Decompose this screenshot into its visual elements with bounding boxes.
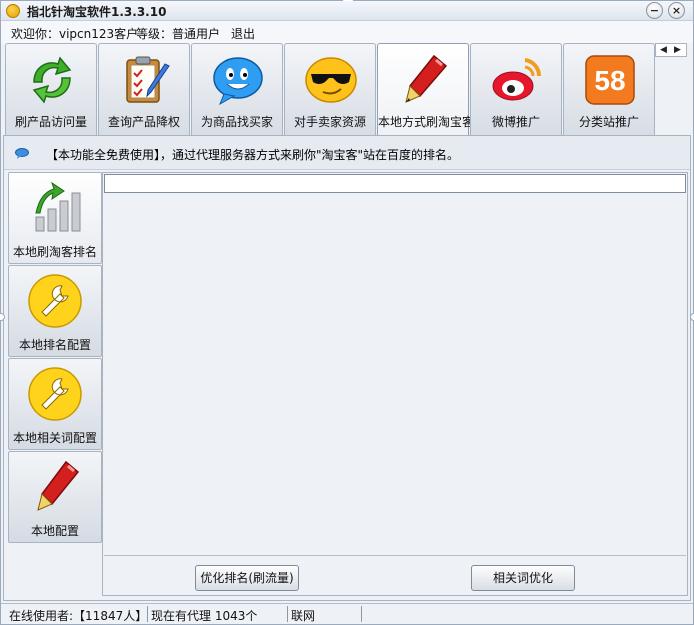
optimize-rank-button[interactable]: 优化排名(刷流量) (195, 565, 299, 591)
scroll-left-icon[interactable]: ◀ (660, 44, 667, 56)
sidebar-item-local-config[interactable]: 本地配置 (8, 451, 102, 543)
chat-bubble-face-icon (213, 57, 263, 106)
status-divider (361, 606, 362, 622)
status-bar: 在线使用者:【11847人】 现在有代理 1043个 联网 (1, 603, 693, 624)
tab-label: 查询产品降权 (107, 115, 180, 129)
sidebar-item-label: 本地刷淘客排名 (12, 245, 97, 259)
sidebar-item-label: 本地配置 (30, 524, 79, 538)
title-bar: 指北针淘宝软件1.3.3.10 − × (1, 1, 693, 21)
related-optimize-button[interactable]: 相关词优化 (471, 565, 575, 591)
tab-weibo-promotion[interactable]: 微博推广 (470, 43, 562, 135)
app-logo-icon (6, 4, 20, 18)
top-tab-bar: 刷产品访问量 查询产品降权 为商品找买家 对手卖家资源 本地方式刷淘宝客 微博推… (1, 43, 693, 137)
welcome-text: 欢迎你：vipcn123客户 (11, 27, 139, 41)
tab-competitor-resources[interactable]: 对手卖家资源 (284, 43, 376, 135)
online-users: 在线使用者:【11847人】 (9, 609, 148, 623)
proxy-count: 现在有代理 1043个 (151, 609, 258, 623)
wrench-icon (28, 367, 82, 421)
tab-label: 为商品找买家 (200, 115, 273, 129)
window-title: 指北针淘宝软件1.3.3.10 (27, 5, 167, 19)
tab-label: 本地方式刷淘宝客 (378, 115, 475, 129)
tab-local-taobaoke[interactable]: 本地方式刷淘宝客 (377, 43, 475, 137)
58-logo-icon: 58 (585, 55, 635, 105)
sidebar-item-label: 本地排名配置 (18, 338, 91, 352)
clipboard-pencil-icon (126, 56, 170, 103)
work-area (104, 194, 686, 556)
tab-label: 分类站推广 (578, 115, 639, 129)
sidebar-item-label: 本地相关词配置 (12, 431, 97, 445)
close-button[interactable]: × (668, 2, 685, 19)
speech-bubble-icon (15, 148, 29, 159)
sidebar-item-related-config[interactable]: 本地相关词配置 (8, 358, 102, 450)
sidebar-item-rank-config[interactable]: 本地排名配置 (8, 265, 102, 357)
tab-classified-promotion[interactable]: 58 分类站推广 (563, 43, 655, 135)
tab-scroll-control: ◀ ▶ (655, 43, 687, 57)
content-frame: 【本功能全免费使用】，通过代理服务器方式来刷你"淘宝客"站在百度的排名。 本地刷… (3, 135, 691, 601)
minimize-button[interactable]: − (646, 2, 663, 19)
right-edge-handle (690, 313, 694, 321)
scroll-right-icon[interactable]: ▶ (674, 44, 681, 56)
user-level: 等级：普通用户 (136, 27, 221, 41)
app-window: 指北针淘宝软件1.3.3.10 − × 欢迎你：vipcn123客户 等级：普通… (0, 0, 694, 625)
tab-find-buyers[interactable]: 为商品找买家 (191, 43, 283, 135)
tab-refresh-visits[interactable]: 刷产品访问量 (5, 43, 97, 135)
main-panel: 优化排名(刷流量) 相关词优化 (102, 172, 688, 596)
notice-bar: 【本功能全免费使用】，通过代理服务器方式来刷你"淘宝客"站在百度的排名。 (4, 136, 690, 170)
tab-label: 对手卖家资源 (293, 115, 366, 129)
weibo-icon (492, 58, 542, 101)
tab-query-demotion[interactable]: 查询产品降权 (98, 43, 190, 135)
status-divider (287, 606, 288, 622)
recycle-arrows-icon (32, 56, 72, 104)
sunglasses-face-icon (305, 57, 357, 103)
logout-link[interactable]: 退出 (231, 25, 255, 42)
notice-text: 【本功能全免费使用】，通过代理服务器方式来刷你"淘宝客"站在百度的排名。 (46, 148, 460, 162)
url-input[interactable] (104, 174, 686, 193)
status-divider (147, 606, 148, 622)
sidebar-item-local-rank[interactable]: 本地刷淘客排名 (8, 172, 102, 264)
tab-label: 刷产品访问量 (14, 115, 87, 129)
user-bar: 欢迎你：vipcn123客户 等级：普通用户 退出 (1, 21, 693, 43)
wrench-icon (28, 274, 82, 328)
rising-bars-icon (35, 181, 81, 232)
network-status: 联网 (291, 609, 316, 623)
svg-text:58: 58 (594, 65, 625, 96)
red-pen-icon (405, 54, 448, 103)
tab-label: 微博推广 (491, 115, 540, 129)
red-pen-icon (37, 460, 80, 511)
side-nav: 本地刷淘客排名 本地排名配置 本地相关词配置 本地配置 (8, 172, 102, 543)
